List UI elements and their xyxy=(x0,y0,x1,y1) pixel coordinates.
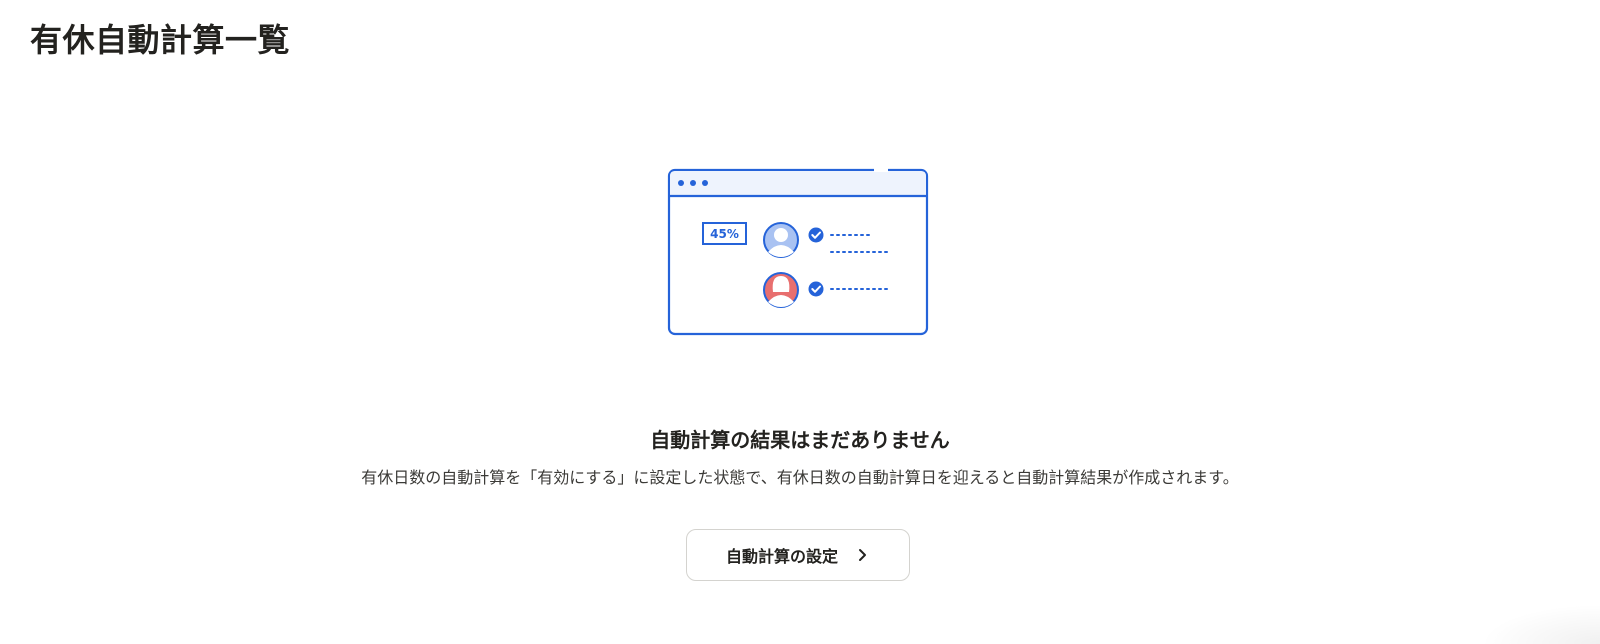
check-circle-icon xyxy=(808,281,824,297)
auto-calc-settings-button[interactable]: 自動計算の設定 xyxy=(686,529,910,581)
illustration-window-dot xyxy=(690,180,696,186)
illustration-percent-text: 45% xyxy=(710,227,739,241)
empty-state-title: 自動計算の結果はまだありません xyxy=(650,428,950,452)
chevron-right-icon xyxy=(854,547,870,563)
illustration-window-dot xyxy=(678,180,684,186)
illustration-avatar-female xyxy=(763,272,799,308)
empty-state: 45% 自動計算の結果はまだありません 有休日数の自動計算を「有効にする」に設定… xyxy=(0,0,1600,644)
auto-calc-settings-label: 自動計算の設定 xyxy=(725,547,838,566)
illustration-window-dot xyxy=(702,180,708,186)
check-circle-icon xyxy=(808,227,824,243)
empty-state-illustration: 45% xyxy=(667,168,929,336)
empty-state-description: 有休日数の自動計算を「有効にする」に設定した状態で、有休日数の自動計算日を迎える… xyxy=(361,468,1239,487)
illustration-window-titlebar xyxy=(670,171,926,196)
illustration-avatar-male xyxy=(763,222,799,258)
